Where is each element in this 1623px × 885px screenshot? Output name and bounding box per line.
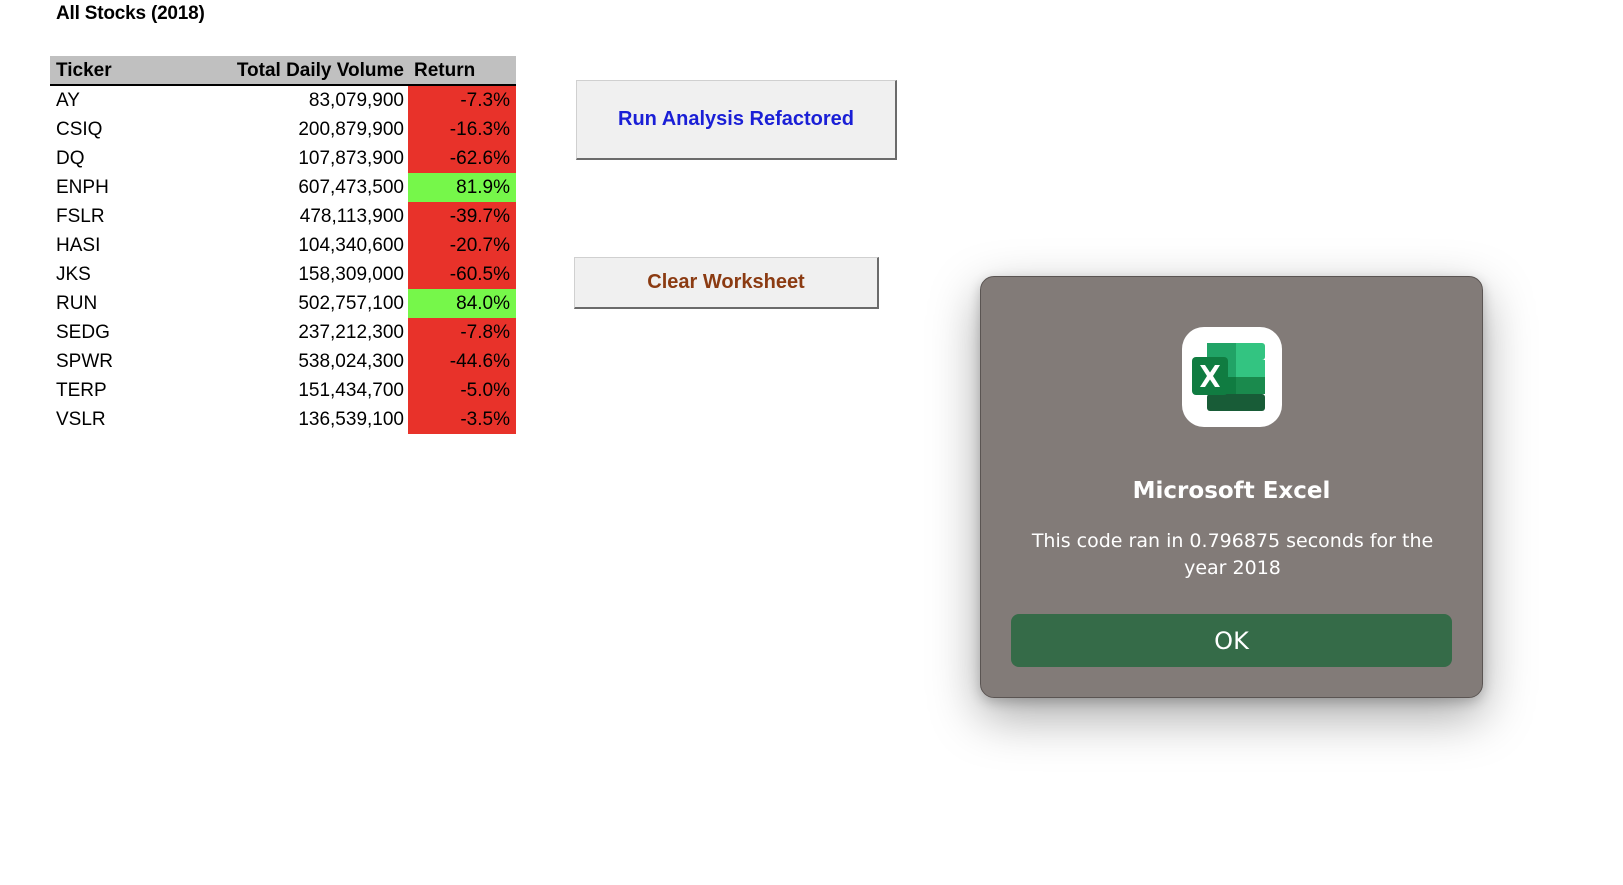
cell-return[interactable]: -39.7% (408, 202, 516, 231)
table-row: HASI 104,340,600 -20.7% (50, 231, 516, 260)
cell-ticker[interactable]: HASI (50, 235, 220, 257)
header-total-daily-volume[interactable]: Total Daily Volume (220, 60, 408, 82)
cell-ticker[interactable]: FSLR (50, 206, 220, 228)
table-row: RUN 502,757,100 84.0% (50, 289, 516, 318)
cell-ticker[interactable]: AY (50, 90, 220, 112)
cell-ticker[interactable]: SPWR (50, 351, 220, 373)
cell-return[interactable]: -7.3% (408, 86, 516, 115)
sheet-title: All Stocks (2018) (56, 3, 205, 24)
cell-return[interactable]: 81.9% (408, 173, 516, 202)
table-row: FSLR 478,113,900 -39.7% (50, 202, 516, 231)
dialog-message: This code ran in 0.796875 seconds for th… (1031, 530, 1434, 579)
stock-results-table: Ticker Total Daily Volume Return AY 83,07… (50, 56, 516, 434)
header-ticker[interactable]: Ticker (50, 60, 220, 82)
table-row: DQ 107,873,900 -62.6% (50, 144, 516, 173)
cell-volume[interactable]: 200,879,900 (220, 119, 408, 141)
cell-return[interactable]: -44.6% (408, 347, 516, 376)
table-row: SPWR 538,024,300 -44.6% (50, 347, 516, 376)
cell-ticker[interactable]: DQ (50, 148, 220, 170)
cell-volume[interactable]: 478,113,900 (220, 206, 408, 228)
table-row: TERP 151,434,700 -5.0% (50, 376, 516, 405)
clear-worksheet-button[interactable]: Clear Worksheet (574, 257, 879, 309)
cell-volume[interactable]: 502,757,100 (220, 293, 408, 315)
table-row: CSIQ 200,879,900 -16.3% (50, 115, 516, 144)
table-row: AY 83,079,900 -7.3% (50, 86, 516, 115)
cell-return[interactable]: -5.0% (408, 376, 516, 405)
table-row: JKS 158,309,000 -60.5% (50, 260, 516, 289)
cell-volume[interactable]: 237,212,300 (220, 322, 408, 344)
cell-return[interactable]: -16.3% (408, 115, 516, 144)
cell-volume[interactable]: 107,873,900 (220, 148, 408, 170)
cell-return[interactable]: -60.5% (408, 260, 516, 289)
table-row: VSLR 136,539,100 -3.5% (50, 405, 516, 434)
cell-volume[interactable]: 104,340,600 (220, 235, 408, 257)
cell-return[interactable]: 84.0% (408, 289, 516, 318)
header-return[interactable]: Return (408, 60, 516, 82)
cell-ticker[interactable]: CSIQ (50, 119, 220, 141)
cell-ticker[interactable]: ENPH (50, 177, 220, 199)
cell-return[interactable]: -20.7% (408, 231, 516, 260)
table-row: SEDG 237,212,300 -7.8% (50, 318, 516, 347)
cell-volume[interactable]: 136,539,100 (220, 409, 408, 431)
dialog-title: Microsoft Excel (1132, 478, 1331, 504)
alert-dialog: Microsoft Excel This code ran in 0.79687… (980, 276, 1483, 698)
table-header-row: Ticker Total Daily Volume Return (50, 56, 516, 86)
ok-button[interactable]: OK (1011, 614, 1452, 667)
cell-return[interactable]: -3.5% (408, 405, 516, 434)
cell-volume[interactable]: 538,024,300 (220, 351, 408, 373)
table-row: ENPH 607,473,500 81.9% (50, 173, 516, 202)
excel-logo-icon (1192, 343, 1265, 411)
cell-return[interactable]: -7.8% (408, 318, 516, 347)
cell-ticker[interactable]: TERP (50, 380, 220, 402)
cell-ticker[interactable]: VSLR (50, 409, 220, 431)
cell-ticker[interactable]: JKS (50, 264, 220, 286)
excel-app-icon (1182, 327, 1282, 427)
cell-volume[interactable]: 151,434,700 (220, 380, 408, 402)
cell-return[interactable]: -62.6% (408, 144, 516, 173)
cell-ticker[interactable]: RUN (50, 293, 220, 315)
cell-volume[interactable]: 83,079,900 (220, 90, 408, 112)
run-analysis-refactored-button[interactable]: Run Analysis Refactored (576, 80, 897, 160)
cell-ticker[interactable]: SEDG (50, 322, 220, 344)
table-body: AY 83,079,900 -7.3% CSIQ 200,879,900 -16.3% DQ… (50, 86, 516, 434)
worksheet: All Stocks (2018) Ticker Total Daily Vol… (0, 0, 1623, 885)
cell-volume[interactable]: 607,473,500 (220, 177, 408, 199)
cell-volume[interactable]: 158,309,000 (220, 264, 408, 286)
